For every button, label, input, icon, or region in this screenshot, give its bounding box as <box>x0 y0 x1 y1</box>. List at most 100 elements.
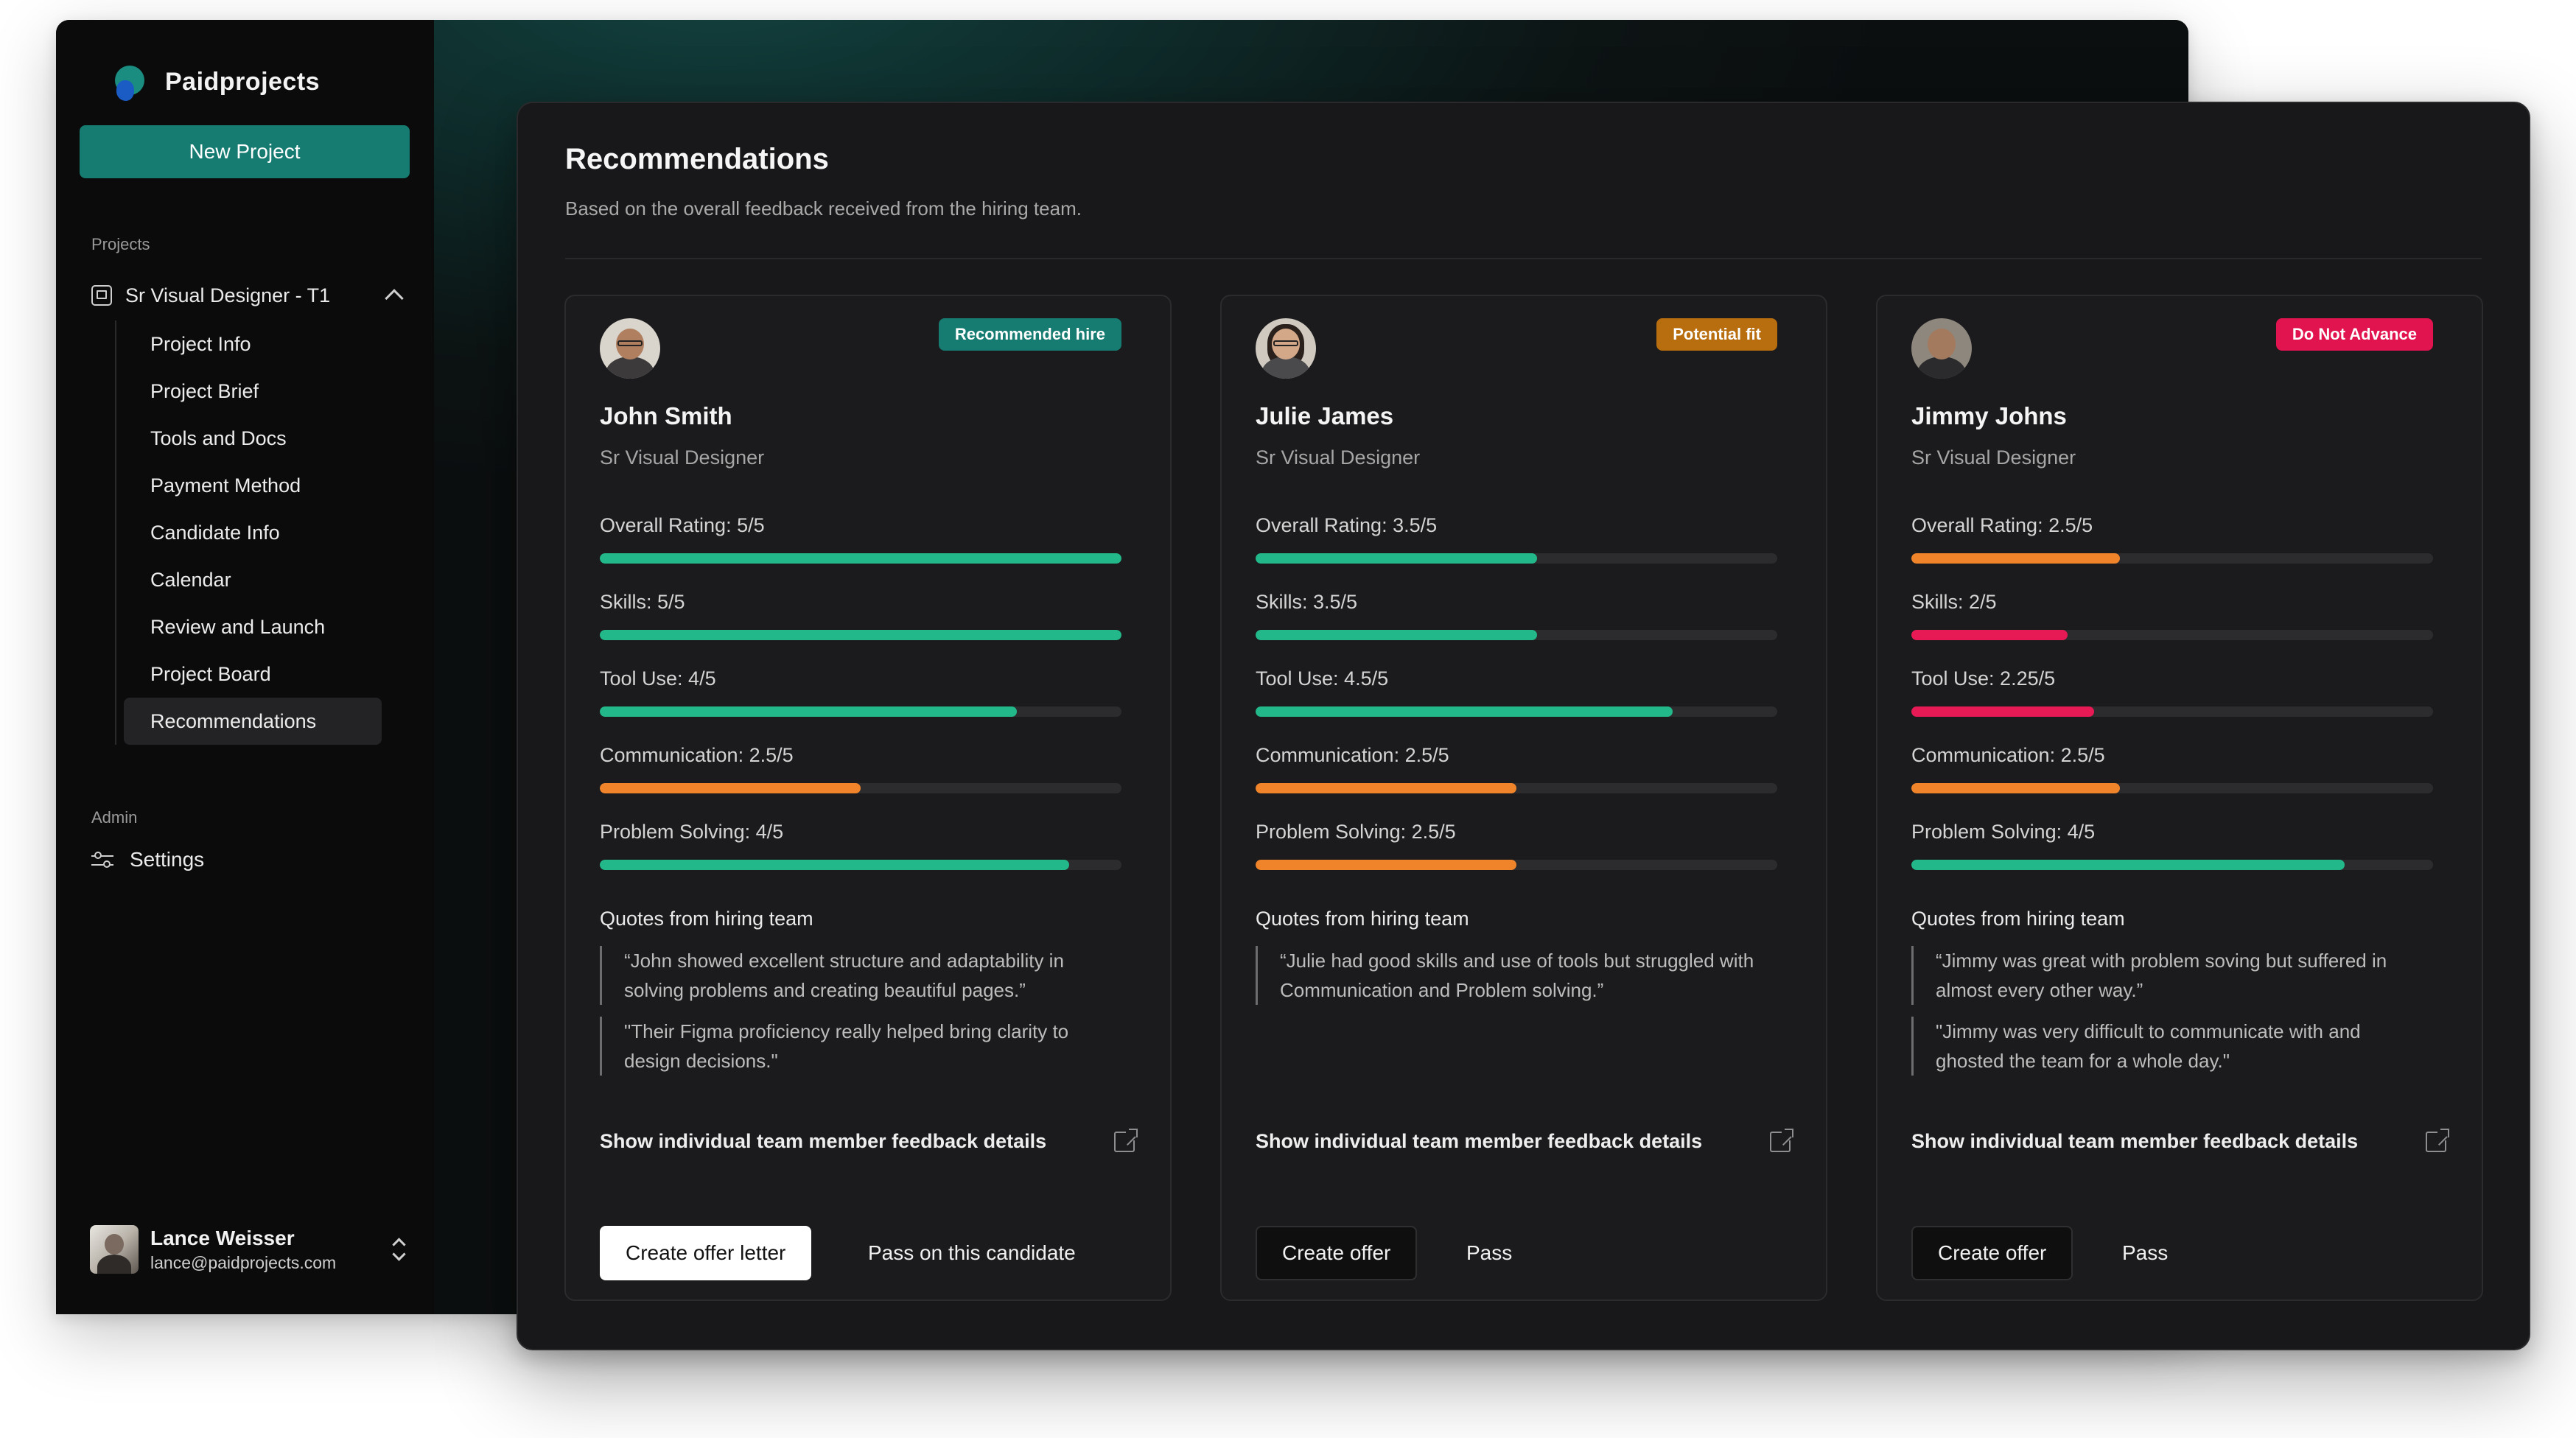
new-project-button[interactable]: New Project <box>80 125 410 178</box>
metric-label: Communication: 2.5/5 <box>1256 744 1449 766</box>
metric-bar-fill <box>600 630 1121 640</box>
candidate-name: John Smith <box>600 402 732 429</box>
metric-communication: Communication: 2.5/5 <box>1256 744 1777 793</box>
pass-button[interactable]: Pass on this candidate <box>868 1226 1076 1280</box>
sidebar-item-payment-method[interactable]: Payment Method <box>116 462 410 509</box>
metric-bar <box>600 706 1121 717</box>
user-email: lance@paidprojects.com <box>150 1252 337 1272</box>
metric-skills: Skills: 2/5 <box>1911 591 2433 640</box>
projects-section-label: Projects <box>91 235 150 253</box>
metric-skills: Skills: 5/5 <box>600 591 1121 640</box>
brand-logo-icon <box>115 61 147 102</box>
project-name: Sr Visual Designer - T1 <box>125 284 331 306</box>
external-link-arrow-icon <box>1129 1129 1138 1137</box>
metric-bar-fill <box>1911 783 2121 793</box>
metric-overall-rating: Overall Rating: 2.5/5 <box>1911 514 2433 564</box>
metric-label: Overall Rating: 5/5 <box>600 514 765 536</box>
sidebar-item-calendar[interactable]: Calendar <box>116 556 410 603</box>
create-offer-button[interactable]: Create offer <box>1911 1226 2073 1280</box>
recommendations-panel: Recommendations Based on the overall fee… <box>517 102 2530 1350</box>
chevron-up-icon <box>385 289 404 308</box>
candidate-card: Recommended hire John Smith Sr Visual De… <box>564 295 1172 1301</box>
metric-label: Communication: 2.5/5 <box>600 744 794 766</box>
metric-problem-solving: Problem Solving: 4/5 <box>1911 821 2433 870</box>
quote: “John showed excellent structure and ada… <box>600 946 1116 1005</box>
chevron-up-down-icon <box>391 1237 407 1262</box>
metric-bar-fill <box>1911 553 2121 564</box>
sidebar-item-settings[interactable]: Settings <box>91 848 204 871</box>
feedback-details-link[interactable]: Show individual team member feedback det… <box>1256 1130 1702 1153</box>
sidebar: Paidprojects New Project Projects Sr Vis… <box>56 20 434 1314</box>
metric-label: Skills: 2/5 <box>1911 591 1997 613</box>
metric-problem-solving: Problem Solving: 2.5/5 <box>1256 821 1777 870</box>
metric-bar <box>1911 630 2433 640</box>
sidebar-item-tools-and-docs[interactable]: Tools and Docs <box>116 415 410 462</box>
page-title: Recommendations <box>565 143 829 175</box>
candidate-card: Potential fit Julie James Sr Visual Desi… <box>1220 295 1827 1301</box>
create-offer-button[interactable]: Create offer <box>1256 1226 1418 1280</box>
metric-bar-fill <box>1911 630 2068 640</box>
sidebar-item-candidate-info[interactable]: Candidate Info <box>116 509 410 556</box>
metric-bar <box>1256 783 1777 793</box>
quote: "Their Figma proficiency really helped b… <box>600 1017 1116 1076</box>
metric-skills: Skills: 3.5/5 <box>1256 591 1777 640</box>
quote: “Jimmy was great with problem soving but… <box>1911 946 2427 1005</box>
metric-bar <box>600 860 1121 870</box>
user-name: Lance Weisser <box>150 1226 295 1249</box>
user-menu[interactable]: Lance Weisser lance@paidprojects.com <box>90 1225 414 1274</box>
brand[interactable]: Paidprojects <box>115 61 320 102</box>
admin-section-label: Admin <box>91 808 138 827</box>
pass-button[interactable]: Pass <box>1466 1226 1512 1280</box>
pass-button[interactable]: Pass <box>2122 1226 2168 1280</box>
project-group-toggle[interactable]: Sr Visual Designer - T1 <box>91 278 410 313</box>
feedback-details-link[interactable]: Show individual team member feedback det… <box>600 1130 1046 1153</box>
metric-communication: Communication: 2.5/5 <box>600 744 1121 793</box>
metric-label: Overall Rating: 3.5/5 <box>1256 514 1438 536</box>
metric-label: Overall Rating: 2.5/5 <box>1911 514 2093 536</box>
metric-bar-fill <box>600 783 861 793</box>
metric-label: Problem Solving: 4/5 <box>1911 821 2096 843</box>
quotes-title: Quotes from hiring team <box>1911 908 2125 930</box>
quotes-title: Quotes from hiring team <box>600 908 813 930</box>
sidebar-item-review-and-launch[interactable]: Review and Launch <box>116 603 410 650</box>
metric-bar-fill <box>1256 860 1516 870</box>
metric-tool-use: Tool Use: 2.25/5 <box>1911 667 2433 717</box>
project-sub-nav: Project Info Project Brief Tools and Doc… <box>115 320 410 745</box>
create-offer-button[interactable]: Create offer letter <box>600 1226 812 1280</box>
metric-bar <box>1911 783 2433 793</box>
metric-label: Skills: 3.5/5 <box>1256 591 1358 613</box>
metric-bar-fill <box>1256 553 1538 564</box>
metric-problem-solving: Problem Solving: 4/5 <box>600 821 1121 870</box>
sidebar-item-recommendations[interactable]: Recommendations <box>124 698 382 745</box>
sidebar-item-project-info[interactable]: Project Info <box>116 320 410 368</box>
quote: "Jimmy was very difficult to communicate… <box>1911 1017 2427 1076</box>
metric-bar-fill <box>1256 783 1516 793</box>
metric-bar <box>600 783 1121 793</box>
feedback-details-link[interactable]: Show individual team member feedback det… <box>1911 1130 2358 1153</box>
metric-communication: Communication: 2.5/5 <box>1911 744 2433 793</box>
metric-bar-fill <box>1256 706 1673 717</box>
metric-bar <box>600 630 1121 640</box>
metric-bar <box>1256 706 1777 717</box>
metric-bar <box>1256 630 1777 640</box>
metric-label: Problem Solving: 2.5/5 <box>1256 821 1456 843</box>
page-subtitle: Based on the overall feedback received f… <box>565 197 1082 220</box>
quotes-title: Quotes from hiring team <box>1256 908 1469 930</box>
sidebar-item-project-board[interactable]: Project Board <box>116 650 410 698</box>
metric-bar <box>600 553 1121 564</box>
metric-bar-fill <box>1911 860 2345 870</box>
metric-label: Skills: 5/5 <box>600 591 685 613</box>
metric-label: Tool Use: 4.5/5 <box>1256 667 1389 690</box>
metric-label: Tool Use: 4/5 <box>600 667 716 690</box>
project-icon <box>91 285 112 306</box>
sidebar-item-project-brief[interactable]: Project Brief <box>116 368 410 415</box>
metric-label: Problem Solving: 4/5 <box>600 821 784 843</box>
metric-bar <box>1256 553 1777 564</box>
metric-tool-use: Tool Use: 4.5/5 <box>1256 667 1777 717</box>
candidate-card: Do Not Advance Jimmy Johns Sr Visual Des… <box>1876 295 2483 1301</box>
metric-bar-fill <box>600 860 1070 870</box>
metric-bar <box>1911 706 2433 717</box>
metric-bar-fill <box>600 553 1121 564</box>
metric-bar-fill <box>1256 630 1538 640</box>
status-badge: Do Not Advance <box>2275 318 2433 351</box>
